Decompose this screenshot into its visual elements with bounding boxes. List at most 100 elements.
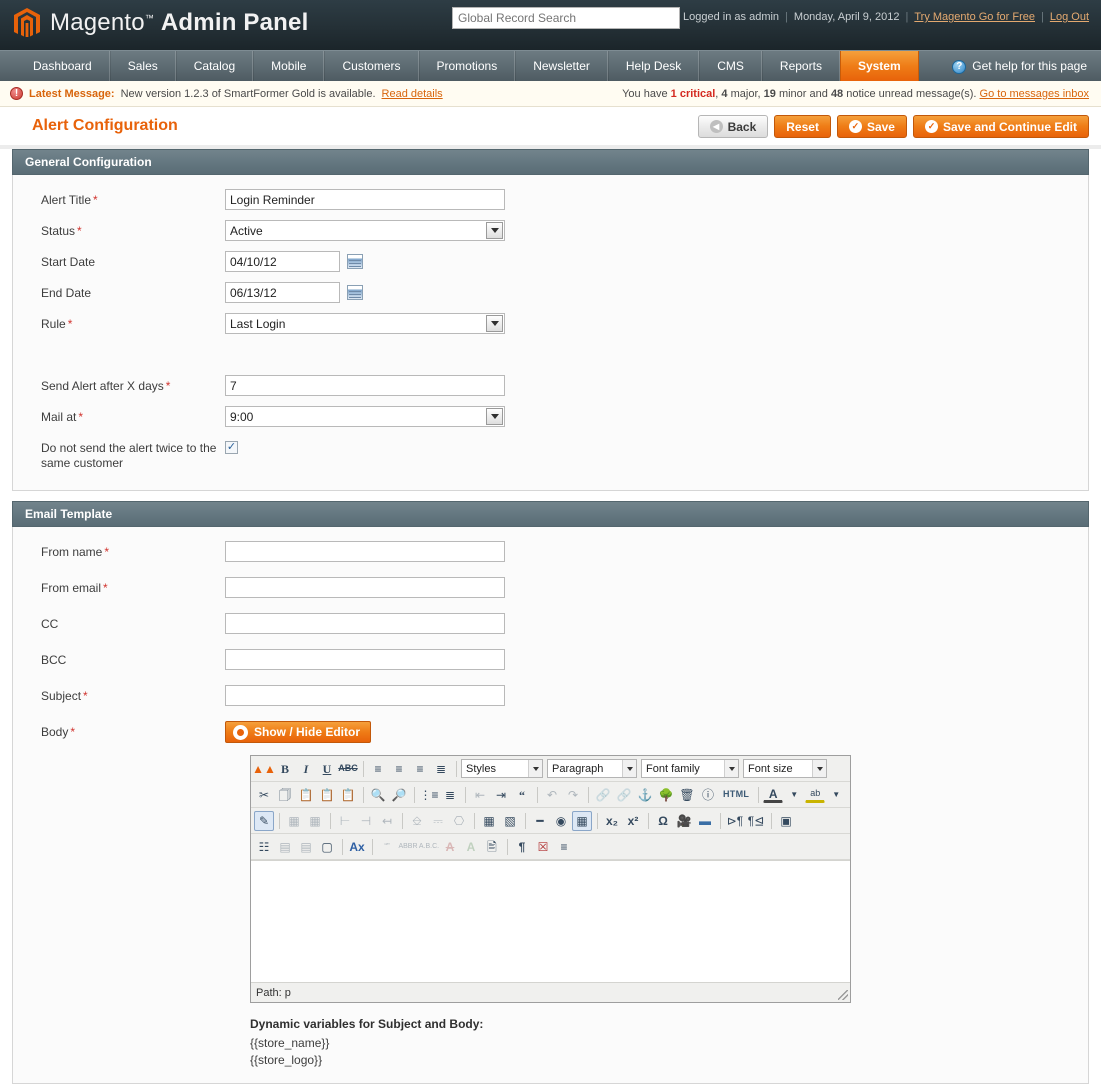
nav-item-cms[interactable]: CMS <box>699 51 762 81</box>
mail-at-select[interactable]: 9:00 <box>225 406 505 427</box>
align-right-icon[interactable]: ≡ <box>410 759 430 779</box>
indent-icon[interactable]: ⇥ <box>491 785 511 805</box>
font-size-select[interactable]: Font size <box>743 759 827 778</box>
bold-icon[interactable]: B <box>275 759 295 779</box>
numbered-list-icon[interactable]: ≣ <box>440 785 460 805</box>
cut-icon[interactable]: ✂ <box>254 785 274 805</box>
underline-icon[interactable]: U <box>317 759 337 779</box>
read-details-link[interactable]: Read details <box>382 88 443 100</box>
align-left-icon[interactable]: ≡ <box>368 759 388 779</box>
visual-aid-icon[interactable]: ▦ <box>572 810 592 831</box>
strikethrough-icon[interactable]: ABC <box>338 759 358 779</box>
insert-row-before-icon[interactable]: ▦ <box>284 811 304 831</box>
bcc-input[interactable] <box>225 649 505 670</box>
ltr-icon[interactable]: ⊳¶ <box>725 811 745 831</box>
calendar-icon[interactable] <box>347 285 363 300</box>
backcolor-arrow-icon[interactable]: ▼ <box>826 785 846 805</box>
remove-format-icon[interactable]: ◉ <box>551 811 571 831</box>
insert-text-icon[interactable]: A <box>461 837 481 857</box>
alert-title-input[interactable] <box>225 189 505 210</box>
global-search-input[interactable] <box>452 7 680 29</box>
rule-select[interactable]: Last Login <box>225 313 505 334</box>
styles-select[interactable]: Styles <box>461 759 543 778</box>
fullscreen-icon[interactable]: ▣ <box>776 811 796 831</box>
table-props-icon[interactable]: ▧ <box>500 811 520 831</box>
undo-icon[interactable]: ↶ <box>542 785 562 805</box>
logout-link[interactable]: Log Out <box>1050 11 1089 23</box>
nav-item-help-desk[interactable]: Help Desk <box>607 51 700 81</box>
from-email-input[interactable] <box>225 577 505 598</box>
bullet-list-icon[interactable]: ⋮≡ <box>419 785 439 805</box>
calendar-icon[interactable] <box>347 254 363 269</box>
cc-input[interactable] <box>225 613 505 634</box>
unlink-icon[interactable]: 🔗 <box>614 785 634 805</box>
no-duplicate-checkbox[interactable]: ✓ <box>225 441 238 454</box>
rtl-icon[interactable]: ¶⊴ <box>746 811 766 831</box>
help-icon[interactable]: ⓘ <box>698 785 718 805</box>
italic-icon[interactable]: I <box>296 759 316 779</box>
insert-col-before-icon[interactable]: ⊢ <box>335 811 355 831</box>
delete-row-icon[interactable]: ⎔ <box>449 811 469 831</box>
nav-item-sales[interactable]: Sales <box>109 51 176 81</box>
split-cell-icon[interactable]: ⎒ <box>407 811 427 831</box>
acronym-icon[interactable]: A.B.C. <box>419 837 439 857</box>
insert-col-after-icon[interactable]: ⊣ <box>356 811 376 831</box>
brand-logo[interactable]: Magento™ Admin Panel <box>12 7 308 39</box>
delete-text-icon[interactable]: A <box>440 837 460 857</box>
html-icon[interactable]: HTML <box>719 785 753 805</box>
link-icon[interactable]: 🔗 <box>593 785 613 805</box>
paragraph-select[interactable]: Paragraph <box>547 759 637 778</box>
get-help-link[interactable]: ? Get help for this page <box>952 51 1087 82</box>
reset-button[interactable]: Reset <box>774 115 831 138</box>
outdent-icon[interactable]: ⇤ <box>470 785 490 805</box>
blockquote-icon[interactable]: “ <box>512 785 532 805</box>
hr-icon[interactable]: ━ <box>530 811 550 831</box>
select-all-icon[interactable]: ☷ <box>254 837 274 857</box>
edit-css-icon[interactable]: ✎ <box>254 810 274 831</box>
table-icon[interactable]: ▦ <box>479 811 499 831</box>
nav-item-newsletter[interactable]: Newsletter <box>515 51 608 81</box>
delete-col-icon[interactable]: ↤ <box>377 811 397 831</box>
nav-item-customers[interactable]: Customers <box>324 51 419 81</box>
align-center-icon[interactable]: ≡ <box>389 759 409 779</box>
forecolor-icon[interactable]: A <box>763 786 784 803</box>
magento-widget-icon[interactable]: ▲▲ <box>252 759 276 779</box>
show-hide-editor-button[interactable]: Show / Hide Editor <box>225 721 372 743</box>
nav-item-system[interactable]: System <box>839 51 919 81</box>
charmap-icon[interactable]: Ω <box>653 811 673 831</box>
start-date-input[interactable] <box>225 251 340 272</box>
find-icon[interactable]: 🔍 <box>368 785 388 805</box>
show-blocks-icon[interactable]: ¶ <box>512 837 532 857</box>
nonbreaking-icon[interactable]: ☒ <box>533 837 553 857</box>
from-name-input[interactable] <box>225 541 505 562</box>
subscript-icon[interactable]: x₂ <box>602 811 622 831</box>
try-magento-go-link[interactable]: Try Magento Go for Free <box>914 11 1035 23</box>
media-icon[interactable]: 🎥 <box>674 811 694 831</box>
superscript-icon[interactable]: x² <box>623 811 643 831</box>
back-button[interactable]: ◀ Back <box>697 115 769 138</box>
paste-text-icon[interactable]: 📋 <box>317 785 337 805</box>
paste-icon[interactable]: 📋 <box>296 785 316 805</box>
attributes-icon[interactable]: 🖹 <box>482 837 502 857</box>
messages-inbox-link[interactable]: Go to messages inbox <box>980 88 1089 100</box>
paste-word-icon[interactable]: 📋 <box>338 785 358 805</box>
status-select[interactable]: Active <box>225 220 505 241</box>
find-replace-icon[interactable]: 🔎 <box>389 785 409 805</box>
nav-item-dashboard[interactable]: Dashboard <box>16 51 110 81</box>
nav-item-promotions[interactable]: Promotions <box>418 51 516 81</box>
resize-handle[interactable] <box>838 990 848 1000</box>
save-and-continue-button[interactable]: ✓ Save and Continue Edit <box>912 115 1089 138</box>
page-break-icon[interactable]: ▬ <box>695 811 715 831</box>
image-icon[interactable]: 🌳 <box>656 785 676 805</box>
send-after-days-input[interactable] <box>225 375 505 396</box>
nav-item-reports[interactable]: Reports <box>761 51 840 81</box>
insert-row-after-icon[interactable]: ▦ <box>305 811 325 831</box>
end-date-input[interactable] <box>225 282 340 303</box>
move-layer-icon[interactable]: ▤ <box>296 837 316 857</box>
nav-item-mobile[interactable]: Mobile <box>253 51 325 81</box>
anchor-icon[interactable]: ⚓ <box>635 785 655 805</box>
style-props-icon[interactable]: Ax <box>347 837 367 857</box>
editor-content-area[interactable] <box>251 860 850 982</box>
save-button[interactable]: ✓ Save <box>836 115 907 138</box>
cleanup-icon[interactable]: 🗑 <box>677 785 697 805</box>
